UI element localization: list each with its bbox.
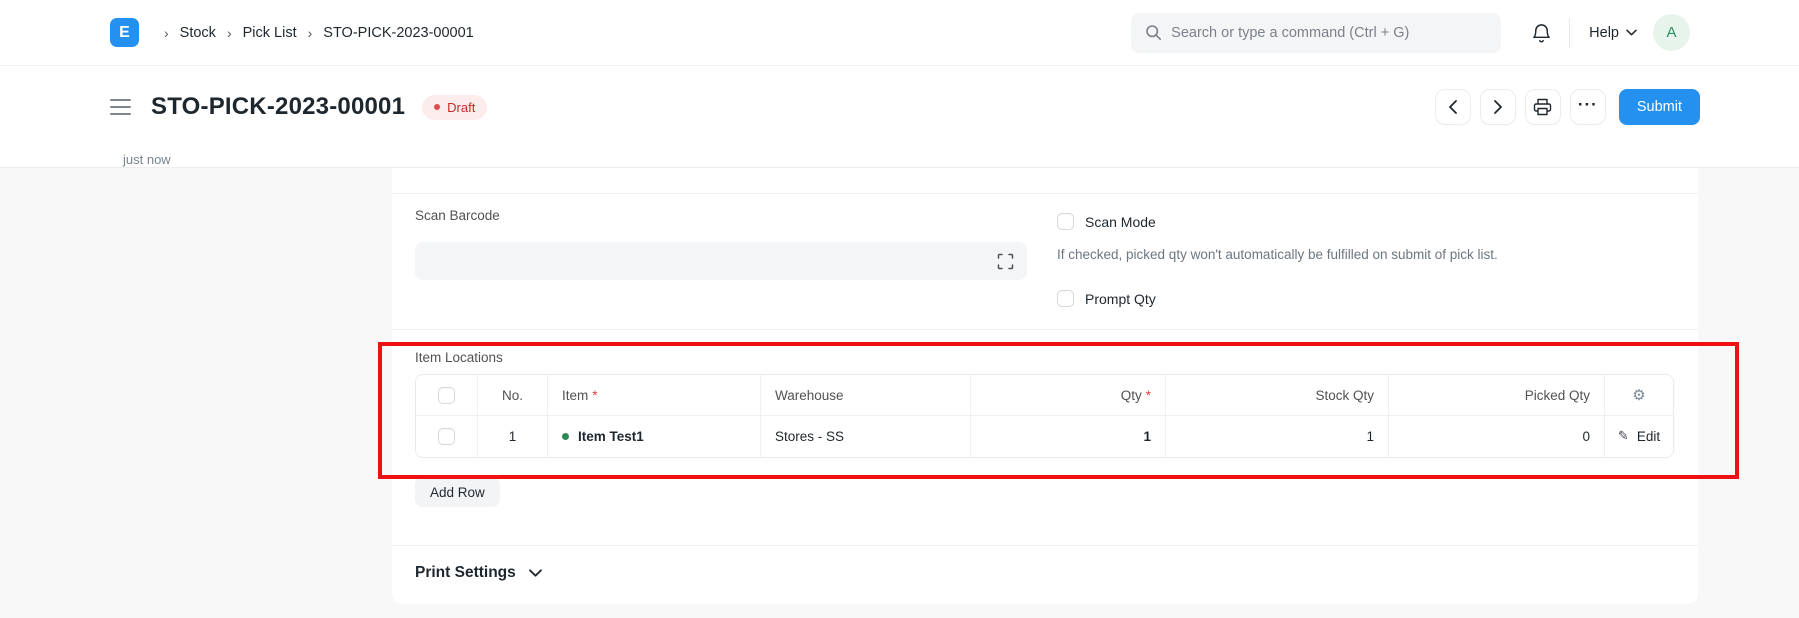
navbar-divider [1569, 17, 1571, 48]
status-badge: Draft [422, 94, 488, 120]
logo-letter: E [119, 23, 130, 41]
sidebar-toggle-icon[interactable] [110, 99, 131, 115]
row-checkbox[interactable] [438, 428, 455, 445]
page-actions: ··· Submit [1434, 89, 1700, 125]
scan-barcode-field [415, 242, 1027, 280]
printer-icon [1533, 98, 1552, 116]
page-head: STO-PICK-2023-00001 Draft ··· Submit jus… [0, 66, 1799, 168]
print-settings-label: Print Settings [415, 564, 516, 581]
breadcrumb-stock[interactable]: Stock [180, 25, 216, 41]
search-icon [1145, 24, 1162, 41]
menu-button[interactable]: ··· [1569, 89, 1606, 125]
help-menu[interactable]: Help [1589, 25, 1637, 41]
page-title: STO-PICK-2023-00001 [151, 93, 406, 120]
row-select-cell [416, 416, 478, 457]
breadcrumb: › Stock › Pick List › STO-PICK-2023-0000… [153, 25, 474, 41]
breadcrumb-current-doc[interactable]: STO-PICK-2023-00001 [323, 25, 473, 41]
submit-button[interactable]: Submit [1618, 89, 1700, 125]
chevron-right-icon [1493, 99, 1503, 115]
pencil-icon: ✎ [1617, 429, 1629, 444]
section-divider [392, 545, 1698, 546]
item-locations-table: No. Item * Warehouse Qty * Stock Qty Pic… [415, 374, 1674, 458]
row-warehouse-cell[interactable]: Stores - SS [761, 416, 971, 457]
prompt-qty-checkbox[interactable] [1057, 290, 1074, 307]
item-status-dot-icon [562, 433, 569, 440]
ellipsis-icon: ··· [1577, 94, 1598, 114]
row-qty-cell[interactable]: 1 [971, 416, 1166, 457]
row-stock-qty-cell[interactable]: 1 [1166, 416, 1389, 457]
row-item-cell[interactable]: Item Test1 [548, 416, 761, 457]
form-card: Scan Barcode Scan Mode If checked, picke… [392, 168, 1698, 604]
chevron-down-icon [1626, 29, 1637, 36]
global-search[interactable] [1131, 12, 1502, 53]
top-navbar: E › Stock › Pick List › STO-PICK-2023-00… [0, 0, 1799, 66]
row-edit-cell: ✎ Edit [1605, 416, 1673, 457]
table-settings-cell: ⚙ [1605, 375, 1673, 415]
row-number-cell[interactable]: 1 [478, 416, 548, 457]
column-header-qty: Qty * [971, 375, 1166, 415]
section-divider [392, 193, 1698, 194]
navbar-right-cluster: Help A [1131, 12, 1690, 53]
print-settings-section-toggle[interactable]: Print Settings [415, 558, 542, 588]
table-row: 1 Item Test1 Stores - SS 1 1 0 ✎ Edit [416, 416, 1673, 457]
print-button[interactable] [1524, 89, 1561, 125]
edit-label: Edit [1636, 429, 1661, 444]
app-window: E › Stock › Pick List › STO-PICK-2023-00… [0, 0, 1799, 618]
edit-row-button[interactable]: ✎ Edit [1618, 429, 1660, 444]
item-locations-label: Item Locations [415, 350, 503, 365]
scan-mode-label[interactable]: Scan Mode [1085, 214, 1156, 230]
user-avatar[interactable]: A [1653, 14, 1690, 51]
form-content-area: Scan Barcode Scan Mode If checked, picke… [0, 168, 1799, 618]
status-label: Draft [447, 99, 476, 115]
chevron-left-icon [1448, 99, 1458, 115]
barcode-scan-button[interactable] [984, 253, 1027, 270]
search-input[interactable] [1171, 24, 1472, 41]
prompt-qty-field: Prompt Qty [1057, 290, 1156, 307]
column-header-picked-qty: Picked Qty [1389, 375, 1605, 415]
table-header-row: No. Item * Warehouse Qty * Stock Qty Pic… [416, 375, 1673, 416]
select-all-checkbox[interactable] [438, 386, 455, 404]
scan-frame-icon [997, 253, 1014, 270]
next-document-button[interactable] [1479, 89, 1516, 125]
column-header-no: No. [478, 375, 548, 415]
item-name: Item Test1 [578, 429, 644, 444]
scan-mode-field: Scan Mode [1057, 213, 1156, 230]
required-marker: * [592, 387, 598, 403]
breadcrumb-separator-icon: › [164, 24, 169, 41]
prompt-qty-label[interactable]: Prompt Qty [1085, 291, 1156, 307]
scan-mode-checkbox[interactable] [1057, 213, 1074, 230]
previous-document-button[interactable] [1434, 89, 1471, 125]
row-picked-qty-cell[interactable]: 0 [1389, 416, 1605, 457]
notifications-button[interactable] [1531, 22, 1552, 44]
required-marker: * [1145, 387, 1151, 403]
breadcrumb-pick-list[interactable]: Pick List [243, 25, 297, 41]
column-header-warehouse: Warehouse [761, 375, 971, 415]
section-divider [392, 329, 1698, 330]
bell-icon [1531, 22, 1552, 44]
erpnext-logo[interactable]: E [110, 18, 139, 47]
scan-barcode-input[interactable] [415, 242, 984, 280]
scan-mode-description: If checked, picked qty won't automatical… [1057, 247, 1498, 262]
column-header-item: Item * [548, 375, 761, 415]
avatar-letter: A [1666, 24, 1677, 41]
status-dot-icon [434, 104, 441, 110]
scan-barcode-label: Scan Barcode [415, 208, 500, 223]
column-header-stock-qty: Stock Qty [1166, 375, 1389, 415]
help-label: Help [1589, 24, 1619, 41]
add-row-button[interactable]: Add Row [415, 477, 500, 507]
breadcrumb-separator-icon: › [307, 24, 313, 41]
chevron-down-icon [528, 569, 542, 577]
grid-settings-gear-icon[interactable]: ⚙ [1632, 386, 1645, 404]
breadcrumb-separator-icon: › [226, 24, 232, 41]
header-select-cell [416, 375, 478, 415]
saved-time-label: just now [123, 152, 171, 167]
